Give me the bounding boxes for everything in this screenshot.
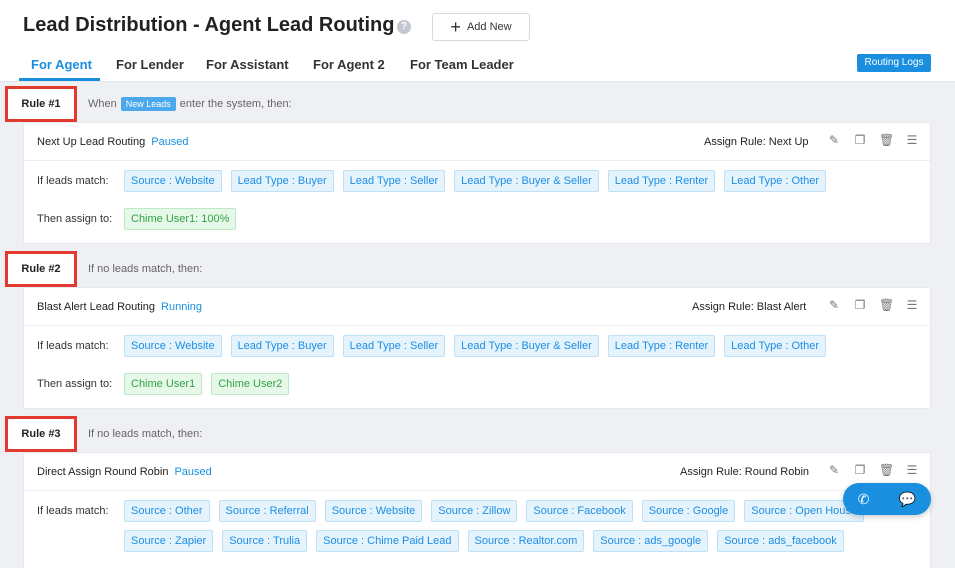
drag-handle-icon[interactable]: ☰ bbox=[905, 298, 919, 312]
assignee-tags: Chime User1: 100% bbox=[124, 208, 237, 230]
then-assign-to-label: Then assign to: bbox=[37, 213, 113, 225]
rule-condition: If no leads match, then: bbox=[88, 263, 202, 275]
rule-condition: When New Leads enter the system, then: bbox=[88, 97, 292, 111]
rule-condition-suffix: enter the system, then: bbox=[179, 98, 292, 110]
edit-icon[interactable]: ✎ bbox=[827, 298, 841, 312]
match-tag: Lead Type : Renter bbox=[607, 335, 716, 357]
trash-icon[interactable]: 🗑 bbox=[879, 463, 894, 477]
edit-icon[interactable]: ✎ bbox=[827, 133, 841, 147]
copy-icon[interactable]: ❐ bbox=[853, 463, 867, 477]
phone-icon[interactable]: ✆ bbox=[858, 492, 870, 506]
new-leads-tag: New Leads bbox=[120, 97, 176, 111]
match-tag: Lead Type : Seller bbox=[342, 335, 446, 357]
match-tags-row2: Source : Zapier Source : Trulia Source :… bbox=[124, 530, 844, 552]
match-tag: Source : Trulia bbox=[222, 530, 308, 552]
assignee-tag: Chime User1: 100% bbox=[124, 208, 237, 230]
trash-icon[interactable]: 🗑 bbox=[879, 298, 894, 312]
match-tags: Source : Other Source : Referral Source … bbox=[124, 500, 865, 522]
assign-rule-text: Assign Rule: Next Up bbox=[704, 136, 809, 148]
if-leads-match-label: If leads match: bbox=[37, 175, 109, 187]
rule-label: Rule #2 bbox=[5, 251, 77, 287]
copy-icon[interactable]: ❐ bbox=[853, 298, 867, 312]
add-new-button[interactable]: + Add New bbox=[432, 13, 530, 41]
routing-card: Next Up Lead Routing Paused Assign Rule: … bbox=[23, 122, 931, 244]
card-header: Direct Assign Round Robin Paused Assign R… bbox=[24, 453, 930, 491]
chat-icon[interactable]: 💬 bbox=[899, 492, 916, 506]
tab-for-team-leader[interactable]: For Team Leader bbox=[410, 57, 514, 72]
assignee-tag: Chime User1 bbox=[124, 373, 203, 395]
active-tab-indicator bbox=[19, 78, 100, 81]
status-badge: Paused bbox=[174, 466, 212, 478]
routing-name-text: Blast Alert Lead Routing bbox=[37, 301, 156, 313]
match-tag: Source : ads_google bbox=[593, 530, 709, 552]
copy-icon[interactable]: ❐ bbox=[853, 133, 867, 147]
routing-card: Blast Alert Lead Routing Running Assign R… bbox=[23, 287, 931, 409]
tab-for-agent-2[interactable]: For Agent 2 bbox=[313, 57, 385, 72]
tab-for-agent[interactable]: For Agent bbox=[31, 57, 92, 72]
routing-card: Direct Assign Round Robin Paused Assign R… bbox=[23, 452, 931, 568]
edit-icon[interactable]: ✎ bbox=[827, 463, 841, 477]
card-actions: ✎ ❐ 🗑 ☰ bbox=[827, 133, 919, 147]
match-tag: Source : Chime Paid Lead bbox=[316, 530, 459, 552]
assign-rule-text: Assign Rule: Blast Alert bbox=[692, 301, 807, 313]
match-tag: Source : Facebook bbox=[526, 500, 633, 522]
help-icon[interactable]: ? bbox=[397, 20, 411, 34]
match-tag: Source : Realtor.com bbox=[467, 530, 585, 552]
add-new-label: Add New bbox=[466, 21, 512, 33]
match-tags: Source : Website Lead Type : Buyer Lead … bbox=[124, 170, 827, 192]
match-tag: Lead Type : Other bbox=[724, 335, 827, 357]
drag-handle-icon[interactable]: ☰ bbox=[905, 133, 919, 147]
assignee-tags: Chime User1 Chime User2 bbox=[124, 373, 290, 395]
match-tag: Lead Type : Other bbox=[724, 170, 827, 192]
match-tag: Lead Type : Buyer bbox=[230, 335, 334, 357]
card-actions: ✎ ❐ 🗑 ☰ bbox=[827, 298, 919, 312]
routing-name: Next Up Lead Routing Paused bbox=[37, 136, 189, 148]
rule-label: Rule #1 bbox=[5, 86, 77, 122]
match-tag: Source : Zapier bbox=[124, 530, 214, 552]
tab-for-assistant[interactable]: For Assistant bbox=[206, 57, 289, 72]
match-tag: Source : Google bbox=[641, 500, 736, 522]
rule-label: Rule #3 bbox=[5, 416, 77, 452]
status-badge: Paused bbox=[151, 136, 189, 148]
rule-condition-text: If no leads match, then: bbox=[88, 263, 203, 275]
match-tag: Lead Type : Buyer & Seller bbox=[454, 170, 599, 192]
if-leads-match-label: If leads match: bbox=[37, 340, 109, 352]
match-tag: Lead Type : Renter bbox=[607, 170, 716, 192]
routing-name-text: Direct Assign Round Robin bbox=[37, 466, 169, 478]
status-badge: Running bbox=[161, 301, 203, 313]
assignee-tag: Chime User2 bbox=[211, 373, 290, 395]
rule-condition-prefix: When bbox=[88, 98, 117, 110]
routing-name: Blast Alert Lead Routing Running bbox=[37, 301, 202, 313]
match-tag: Source : Referral bbox=[218, 500, 316, 522]
card-actions: ✎ ❐ 🗑 ☰ bbox=[827, 463, 919, 477]
match-tag: Source : Website bbox=[124, 335, 222, 357]
if-leads-match-label: If leads match: bbox=[37, 505, 109, 517]
match-tags: Source : Website Lead Type : Buyer Lead … bbox=[124, 335, 827, 357]
trash-icon[interactable]: 🗑 bbox=[879, 133, 894, 147]
tab-for-lender[interactable]: For Lender bbox=[116, 57, 184, 72]
drag-handle-icon[interactable]: ☰ bbox=[905, 463, 919, 477]
match-tag: Lead Type : Buyer bbox=[230, 170, 334, 192]
match-tag: Source : Website bbox=[324, 500, 423, 522]
page-header: Lead Distribution - Agent Lead Routing ?… bbox=[0, 0, 955, 82]
assign-rule-text: Assign Rule: Round Robin bbox=[680, 466, 810, 478]
match-tag: Lead Type : Buyer & Seller bbox=[454, 335, 599, 357]
match-tag: Lead Type : Seller bbox=[342, 170, 446, 192]
routing-name-text: Next Up Lead Routing bbox=[37, 136, 146, 148]
card-header: Blast Alert Lead Routing Running Assign R… bbox=[24, 288, 930, 326]
match-tag: Source : Website bbox=[124, 170, 222, 192]
plus-icon: + bbox=[450, 17, 461, 37]
routing-name: Direct Assign Round Robin Paused bbox=[37, 466, 212, 478]
contact-fab: ✆ 💬 bbox=[843, 483, 931, 515]
routing-logs-button[interactable]: Routing Logs bbox=[857, 54, 931, 72]
then-assign-to-label: Then assign to: bbox=[37, 378, 113, 390]
match-tag: Source : Zillow bbox=[431, 500, 518, 522]
match-tag: Source : Other bbox=[124, 500, 210, 522]
match-tag: Source : ads_facebook bbox=[717, 530, 844, 552]
rule-condition-text: If no leads match, then: bbox=[88, 428, 203, 440]
rule-condition: If no leads match, then: bbox=[88, 428, 202, 440]
page-title: Lead Distribution - Agent Lead Routing bbox=[23, 14, 395, 36]
card-header: Next Up Lead Routing Paused Assign Rule: … bbox=[24, 123, 930, 161]
